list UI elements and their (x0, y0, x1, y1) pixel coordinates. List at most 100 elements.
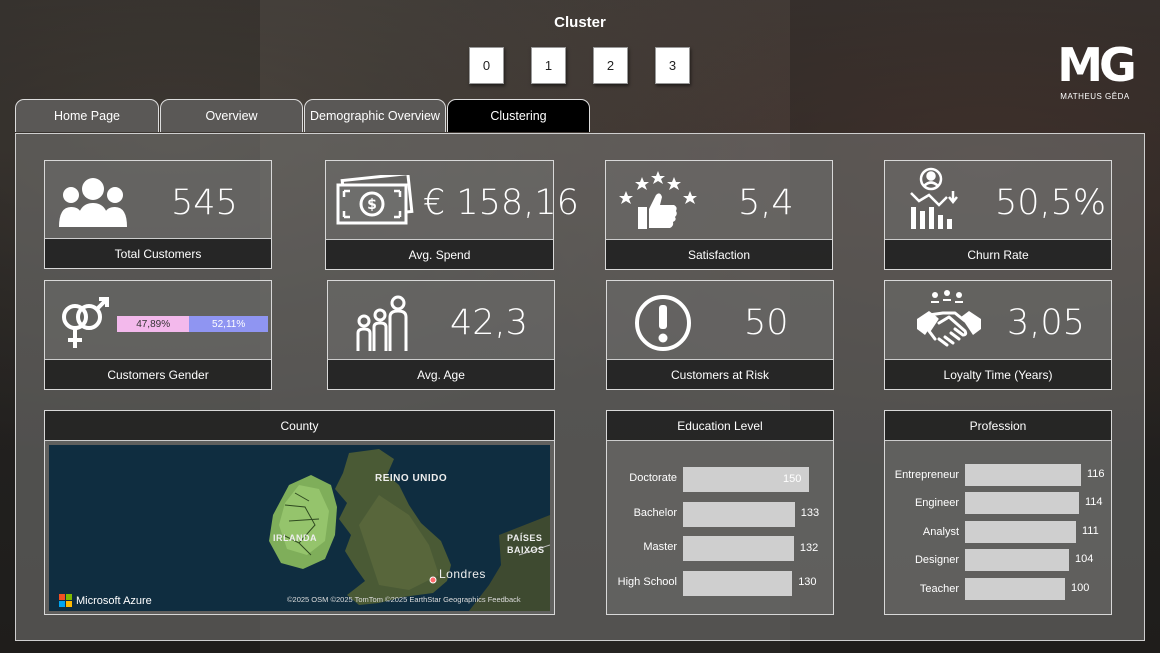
map-label-netherlands-1: PAÍSES (507, 533, 543, 543)
bar-row[interactable]: Entrepreneur 116 (885, 464, 1111, 486)
bar-category-label: Teacher (919, 582, 959, 595)
svg-text:$: $ (367, 197, 377, 213)
avg-spend-label: Avg. Spend (326, 239, 553, 269)
map-label-london: Londres (439, 567, 486, 581)
loyalty-time-label: Loyalty Time (Years) (885, 359, 1111, 389)
bar-row[interactable]: Engineer 114 (885, 492, 1111, 515)
bar-value-label: 100 (1071, 581, 1090, 594)
thumbs-up-stars-icon (619, 171, 697, 229)
bar-value-label: 132 (799, 541, 819, 554)
bar-row[interactable]: Doctorate 150 (607, 467, 833, 492)
bar-mark[interactable] (965, 492, 1079, 515)
map-label-netherlands-2: BAIXOS (507, 545, 545, 555)
satisfaction-value: 5,4 (738, 183, 794, 223)
customers-gender-label: Customers Gender (45, 359, 271, 389)
bar-mark[interactable] (683, 501, 795, 527)
cluster-option-0[interactable]: 0 (469, 47, 504, 84)
azure-brand: Microsoft Azure (59, 594, 152, 607)
customers-at-risk-label: Customers at Risk (607, 359, 833, 389)
education-level-chart: Doctorate 150 Bachelor 133 Master 132 High Sch… (607, 440, 833, 614)
avg-age-label: Avg. Age (328, 359, 554, 389)
tab-overview[interactable]: Overview (160, 99, 303, 132)
logo-name: MATHEUS GÊDA (1060, 92, 1130, 101)
avg-age-value: 42,3 (450, 303, 528, 343)
kpi-churn-rate: 50,5% Churn Rate (884, 160, 1112, 270)
gender-female-segment: 47,89% (117, 316, 190, 332)
education-level-card: Education Level Doctorate 150 Bachelor 133 M… (606, 410, 834, 615)
bar-category-label: Designer (914, 554, 959, 567)
tab-demographic-overview[interactable]: Demographic Overview (304, 99, 446, 132)
cluster-option-2[interactable]: 2 (593, 47, 628, 84)
customers-at-risk-value: 50 (744, 303, 789, 343)
total-customers-value: 545 (171, 183, 238, 223)
bar-row[interactable]: Teacher 100 (885, 577, 1111, 600)
bar-value-label: 133 (800, 507, 820, 519)
family-icon (356, 295, 408, 351)
brand-logo: MG MATHEUS GÊDA (1055, 38, 1137, 101)
kpi-loyalty-time: 3,05 Loyalty Time (Years) (884, 280, 1112, 390)
bar-category-label: Master (643, 541, 677, 553)
map-surface (49, 445, 550, 611)
cluster-option-1[interactable]: 1 (531, 47, 566, 84)
gender-male-segment: 52,11% (189, 316, 268, 332)
kpi-customers-at-risk: 50 Customers at Risk (606, 280, 834, 390)
microsoft-logo-icon (59, 594, 72, 607)
gender-male-pct: 52,11% (212, 318, 246, 330)
loyalty-time-value: 3,05 (1007, 303, 1085, 343)
dashboard-panel: 545 Total Customers $ € 158,16 Avg. Spen… (15, 133, 1145, 641)
education-level-title: Education Level (607, 411, 833, 441)
kpi-satisfaction: 5,4 Satisfaction (605, 160, 833, 270)
total-customers-label: Total Customers (45, 238, 271, 268)
bar-category-label: Bachelor (633, 506, 677, 519)
county-title: County (45, 411, 554, 441)
bar-mark[interactable] (965, 577, 1065, 600)
bar-category-label: Engineer (914, 497, 959, 510)
cluster-slicer-title: Cluster (554, 14, 606, 31)
gender-icon (62, 297, 109, 348)
kpi-avg-age: 42,3 Avg. Age (327, 280, 555, 390)
bar-value-label: 130 (798, 576, 817, 588)
county-map[interactable]: REINO UNIDO IRLANDA PAÍSES BAIXOS Londre… (49, 445, 550, 611)
cluster-option-3[interactable]: 3 (655, 47, 690, 84)
map-label-ireland: IRLANDA (273, 533, 317, 543)
bar-row[interactable]: Analyst 111 (885, 520, 1111, 543)
bar-category-label: High School (617, 575, 677, 588)
profession-card: Profession Entrepreneur 116 Engineer 114 Ana… (884, 410, 1112, 615)
map-attribution[interactable]: ©2025 OSM ©2025 TomTom ©2025 EarthStar G… (287, 595, 521, 604)
bar-mark[interactable] (965, 464, 1081, 486)
bar-mark[interactable] (683, 570, 793, 596)
handshake-icon (917, 290, 981, 347)
avg-spend-value: € 158,16 (423, 183, 579, 223)
tab-home-page[interactable]: Home Page (15, 99, 159, 132)
churn-chart-icon (910, 167, 958, 229)
group-icon (59, 178, 127, 227)
kpi-customers-gender: 47,89% 52,11% Customers Gender (44, 280, 272, 390)
bar-mark[interactable] (683, 536, 794, 561)
profession-chart: Entrepreneur 116 Engineer 114 Analyst 111 Desi… (885, 440, 1111, 614)
bar-row[interactable]: Master 132 (607, 536, 833, 561)
tab-clustering[interactable]: Clustering (447, 99, 590, 132)
churn-rate-value: 50,5% (995, 183, 1107, 223)
kpi-avg-spend: $ € 158,16 Avg. Spend (325, 160, 579, 270)
money-icon: $ (336, 175, 414, 225)
profession-title: Profession (885, 411, 1111, 441)
bar-value-label: 116 (1087, 468, 1105, 480)
gender-split-bar: 47,89% 52,11% (117, 316, 268, 332)
county-map-card: County REINO UNIDO IRLANDA PAÍSES BAIXOS… (44, 410, 555, 615)
kpi-total-customers: 545 Total Customers (44, 160, 272, 269)
bar-value-label: 104 (1075, 553, 1094, 566)
bar-value-label: 114 (1085, 496, 1103, 509)
bar-row[interactable]: Designer 104 (885, 549, 1111, 572)
logo-mark: MG (1057, 38, 1137, 92)
bar-mark[interactable] (965, 549, 1069, 572)
bar-mark[interactable] (965, 520, 1076, 543)
churn-rate-label: Churn Rate (885, 239, 1111, 269)
bar-value-label: 150 (783, 472, 802, 485)
map-label-uk: REINO UNIDO (375, 473, 448, 484)
bar-value-label: 111 (1082, 524, 1099, 537)
gender-female-pct: 47,89% (136, 318, 171, 330)
azure-brand-text: Microsoft Azure (76, 594, 152, 607)
bar-row[interactable]: Bachelor 133 (607, 501, 833, 527)
bar-row[interactable]: High School 130 (607, 570, 833, 596)
bar-category-label: Analyst (922, 525, 959, 538)
